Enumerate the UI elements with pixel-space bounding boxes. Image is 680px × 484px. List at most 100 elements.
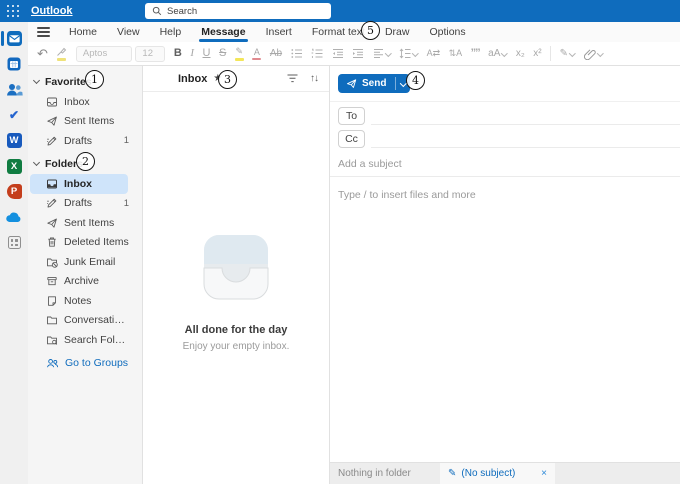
numbered-list-icon xyxy=(311,48,323,59)
favorite-item-drafts[interactable]: Drafts 1 xyxy=(28,131,142,151)
font-size-select[interactable]: 12 xyxy=(135,46,165,62)
hamburger-menu-icon[interactable] xyxy=(37,27,50,37)
chevron-down-icon xyxy=(413,51,418,56)
indent-icon xyxy=(352,48,364,59)
folder-item-junk[interactable]: Junk Email xyxy=(28,252,142,272)
to-button[interactable]: To xyxy=(338,107,365,125)
highlight-button[interactable]: ✎ xyxy=(235,46,244,61)
undo-button[interactable]: ↶ xyxy=(37,47,48,60)
folder-item-drafts[interactable]: Drafts 1 xyxy=(28,194,142,214)
tab-options[interactable]: Options xyxy=(419,22,475,42)
chevron-down-icon xyxy=(33,160,40,167)
rail-item-onedrive[interactable] xyxy=(0,205,28,231)
font-color-bar xyxy=(252,58,261,61)
chevron-down-icon xyxy=(570,51,575,56)
change-case-button[interactable]: aA xyxy=(488,49,507,59)
rail-item-word[interactable]: W xyxy=(0,128,28,154)
quote-button[interactable]: ”” xyxy=(471,48,480,59)
pen-icon: ✎ xyxy=(560,49,568,59)
chevron-down-icon xyxy=(598,51,603,56)
cc-button[interactable]: Cc xyxy=(338,130,365,148)
folder-item-inbox[interactable]: Inbox xyxy=(30,174,128,194)
toolbar-divider xyxy=(550,46,551,61)
tab-draw[interactable]: Draw xyxy=(375,22,420,42)
strikethrough-button[interactable]: S xyxy=(219,48,226,59)
people-icon xyxy=(6,82,23,97)
trash-icon xyxy=(46,236,58,248)
tab-message[interactable]: Message xyxy=(191,22,255,42)
ribbon-tab-bar: Home View Help Message Insert Format tex… xyxy=(28,22,680,42)
attach-file-button[interactable] xyxy=(584,48,603,60)
annotation-circle-4: 4 xyxy=(406,71,425,90)
sort-order-icon[interactable]: ↑↓ xyxy=(310,73,318,84)
draft-tab[interactable]: ✎ (No subject) × xyxy=(440,463,555,484)
highlight-color-bar xyxy=(235,58,244,61)
send-button[interactable]: Send xyxy=(338,74,410,93)
outlook-logo[interactable]: Outlook xyxy=(31,5,73,17)
favorite-item-sent[interactable]: Sent Items xyxy=(28,112,142,132)
cc-input[interactable] xyxy=(371,130,680,148)
bullet-list-icon xyxy=(291,48,303,59)
favorite-item-inbox[interactable]: Inbox xyxy=(28,92,142,112)
numbered-list-button[interactable] xyxy=(311,48,323,59)
rail-item-excel[interactable]: X xyxy=(0,154,28,180)
compose-form: Send To Cc Add a subject xyxy=(330,66,680,462)
app-launcher-button[interactable] xyxy=(0,0,26,22)
superscript-button[interactable]: x² xyxy=(533,49,541,59)
message-body-input[interactable]: Type / to insert files and more xyxy=(338,189,680,201)
draw-pen-button[interactable]: ✎ xyxy=(560,49,575,59)
folder-item-search-folders[interactable]: Search Folders xyxy=(28,330,142,350)
folder-item-notes[interactable]: Notes xyxy=(28,291,142,311)
folder-item-deleted[interactable]: Deleted Items xyxy=(28,233,142,253)
sort-text-button[interactable]: ⇅A xyxy=(449,49,463,58)
rail-item-outlook[interactable] xyxy=(0,26,28,52)
outdent-icon xyxy=(332,48,344,59)
align-button[interactable] xyxy=(373,48,391,59)
powerpoint-icon: P xyxy=(7,184,22,199)
increase-indent-button[interactable] xyxy=(352,48,364,59)
folder-item-sent[interactable]: Sent Items xyxy=(28,213,142,233)
bold-button[interactable]: B xyxy=(174,48,182,59)
send-icon xyxy=(46,115,58,127)
folder-item-archive[interactable]: Archive xyxy=(28,272,142,292)
decrease-indent-button[interactable] xyxy=(332,48,344,59)
underline-button[interactable]: U xyxy=(203,48,211,59)
todo-check-icon: ✔ xyxy=(9,108,19,122)
close-icon[interactable]: × xyxy=(541,468,547,479)
tab-view[interactable]: View xyxy=(107,22,150,42)
filter-icon[interactable] xyxy=(287,74,298,83)
tab-help[interactable]: Help xyxy=(150,22,192,42)
text-direction-button[interactable]: A⇄ xyxy=(427,49,441,58)
rail-item-calendar[interactable] xyxy=(0,52,28,78)
empty-state-title: All done for the day xyxy=(185,324,288,336)
annotation-circle-5: 5 xyxy=(361,21,380,40)
subject-input[interactable]: Add a subject xyxy=(330,158,680,177)
clear-formatting-button[interactable]: Ab xyxy=(270,49,282,59)
folder-item-conversation-history[interactable]: Conversation Histo... xyxy=(28,311,142,331)
note-icon xyxy=(46,295,58,307)
font-color-button[interactable]: A xyxy=(252,47,261,61)
format-painter-button[interactable] xyxy=(56,46,67,61)
go-to-groups-link[interactable]: Go to Groups xyxy=(28,354,142,373)
inbox-icon xyxy=(46,96,58,108)
tab-insert[interactable]: Insert xyxy=(256,22,302,42)
line-spacing-button[interactable] xyxy=(399,48,418,59)
calendar-icon xyxy=(6,56,22,72)
rail-item-people[interactable] xyxy=(0,77,28,103)
highlighter-icon: ✎ xyxy=(236,46,244,57)
rail-item-more-apps[interactable] xyxy=(0,230,28,256)
rail-item-todo[interactable]: ✔ xyxy=(0,103,28,129)
archive-box-icon xyxy=(46,275,58,287)
to-input[interactable] xyxy=(371,107,680,125)
search-input[interactable]: Search xyxy=(145,3,331,19)
format-toolbar: ↶ Aptos 12 B I U S ✎ A Ab xyxy=(28,42,680,66)
rail-item-powerpoint[interactable]: P xyxy=(0,179,28,205)
subscript-button[interactable]: x₂ xyxy=(516,49,525,59)
font-name-select[interactable]: Aptos xyxy=(76,46,132,62)
italic-button[interactable]: I xyxy=(190,48,194,59)
status-bar: Nothing in folder ✎ (No subject) × xyxy=(330,462,680,484)
tab-home[interactable]: Home xyxy=(59,22,107,42)
groups-people-icon xyxy=(46,357,59,369)
excel-icon: X xyxy=(7,159,22,174)
bullet-list-button[interactable] xyxy=(291,48,303,59)
